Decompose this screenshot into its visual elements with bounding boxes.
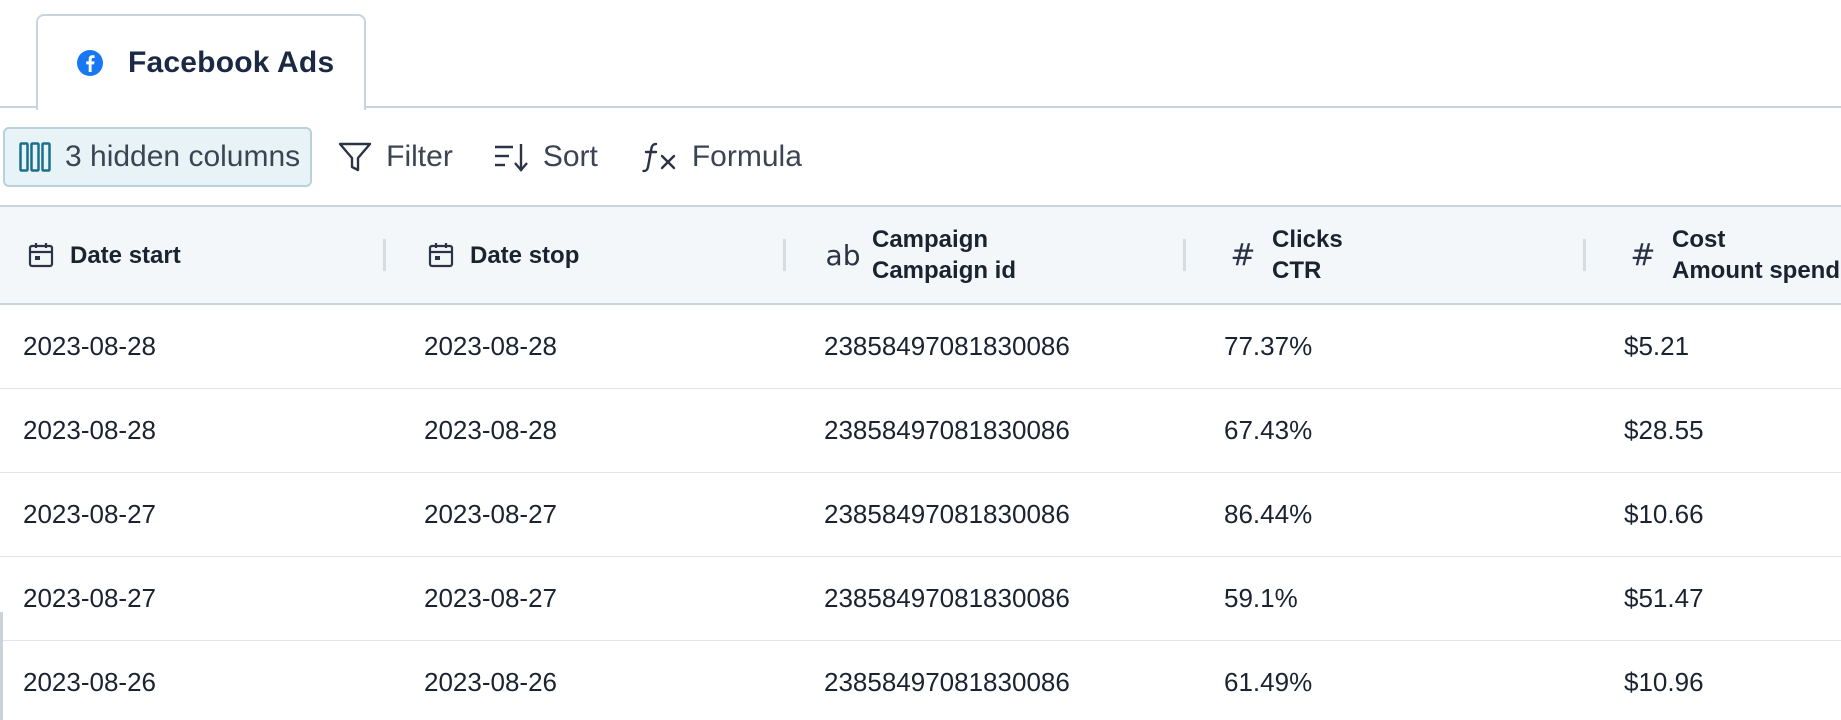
formula-label: Formula [691,140,802,173]
column-title: Clicks [1272,226,1343,253]
cell-campaign-id[interactable]: 23858497081830086 [824,305,1070,388]
calendar-icon [24,241,58,269]
number-type-icon: # [1630,237,1656,273]
cell-amount-spend[interactable]: $51.47 [1624,557,1704,640]
filter-icon [338,140,372,174]
cell-date-start[interactable]: 2023-08-26 [23,641,156,720]
left-resize-handle[interactable] [0,612,3,720]
formula-icon [640,140,678,174]
cell-date-stop[interactable]: 2023-08-28 [424,305,557,388]
table-row[interactable]: 2023-08-28 2023-08-28 23858497081830086 … [0,389,1841,473]
cell-campaign-id[interactable]: 23858497081830086 [824,473,1070,556]
column-resize-handle[interactable] [1183,239,1186,271]
table-row[interactable]: 2023-08-27 2023-08-27 23858497081830086 … [0,473,1841,557]
cell-amount-spend[interactable]: $10.96 [1624,641,1704,720]
column-header-clicks[interactable]: # Clicks CTR [1226,207,1343,303]
cell-campaign-id[interactable]: 23858497081830086 [824,389,1070,472]
cell-ctr[interactable]: 61.49% [1224,641,1312,720]
facebook-icon [76,49,104,77]
cell-ctr[interactable]: 77.37% [1224,305,1312,388]
column-title: Date stop [470,241,580,269]
column-header-campaign[interactable]: ab Campaign Campaign id [826,207,1016,303]
cell-date-start[interactable]: 2023-08-28 [23,389,156,472]
sort-icon [493,141,529,173]
app-page: Facebook Ads 3 hidden columns Filter Sor… [0,0,1841,720]
cell-date-start[interactable]: 2023-08-28 [23,305,156,388]
column-resize-handle[interactable] [783,239,786,271]
number-type-icon: # [1230,237,1256,273]
column-header-date-stop[interactable]: Date stop [424,207,579,303]
table-row[interactable]: 2023-08-26 2023-08-26 23858497081830086 … [0,641,1841,720]
hidden-columns-button[interactable]: 3 hidden columns [3,127,313,187]
column-resize-handle[interactable] [1583,239,1586,271]
cell-amount-spend[interactable]: $10.66 [1624,473,1704,556]
hidden-columns-label: 3 hidden columns [65,140,301,173]
column-resize-handle[interactable] [383,239,386,271]
text-type-icon: ab [825,238,861,272]
column-subtitle: Amount spend [1672,257,1840,284]
column-subtitle: Campaign id [872,257,1017,284]
cell-amount-spend[interactable]: $28.55 [1624,389,1704,472]
cell-ctr[interactable]: 59.1% [1224,557,1298,640]
cell-ctr[interactable]: 86.44% [1224,473,1312,556]
cell-ctr[interactable]: 67.43% [1224,389,1312,472]
columns-icon [19,142,51,172]
column-subtitle: CTR [1272,257,1322,284]
cell-date-start[interactable]: 2023-08-27 [23,557,156,640]
tab-label: Facebook Ads [128,46,335,79]
table-row[interactable]: 2023-08-27 2023-08-27 23858497081830086 … [0,557,1841,641]
data-table: Date start Date stop ab Campaign Campaig… [0,205,1841,720]
table-row[interactable]: 2023-08-28 2023-08-28 23858497081830086 … [0,305,1841,389]
cell-amount-spend[interactable]: $5.21 [1624,305,1689,388]
filter-label: Filter [386,140,453,173]
toolbar: 3 hidden columns Filter Sort Formula [0,126,802,188]
column-header-cost[interactable]: # Cost Amount spend [1626,207,1840,303]
tab-bar: Facebook Ads [0,0,1841,110]
calendar-icon [424,241,458,269]
cell-date-stop[interactable]: 2023-08-28 [424,389,557,472]
table-header: Date start Date stop ab Campaign Campaig… [0,205,1841,305]
cell-date-stop[interactable]: 2023-08-27 [424,557,557,640]
cell-date-start[interactable]: 2023-08-27 [23,473,156,556]
cell-date-stop[interactable]: 2023-08-26 [424,641,557,720]
cell-campaign-id[interactable]: 23858497081830086 [824,641,1070,720]
formula-button[interactable]: Formula [640,127,802,187]
column-title: Date start [70,241,181,269]
column-header-date-start[interactable]: Date start [24,207,181,303]
cell-campaign-id[interactable]: 23858497081830086 [824,557,1070,640]
column-title: Campaign [872,226,989,253]
tab-facebook-ads[interactable]: Facebook Ads [36,14,366,110]
filter-button[interactable]: Filter [338,127,453,187]
column-title: Cost [1672,226,1726,253]
sort-button[interactable]: Sort [493,127,598,187]
sort-label: Sort [542,140,598,173]
cell-date-stop[interactable]: 2023-08-27 [424,473,557,556]
